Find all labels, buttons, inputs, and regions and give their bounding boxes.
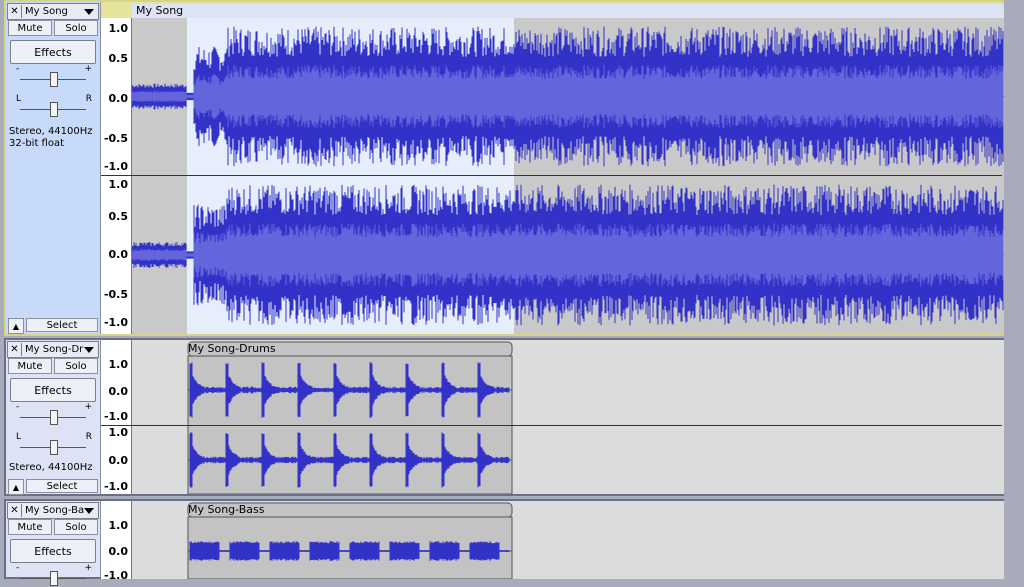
amplitude-ruler: 1.0 0.0 -1.0 1.0 0.0 -1.0 xyxy=(101,340,132,494)
mute-button[interactable]: Mute xyxy=(8,358,52,374)
pan-slider[interactable]: L R xyxy=(14,94,92,118)
waveform-area[interactable] xyxy=(132,340,1004,494)
gain-max-label: + xyxy=(84,402,92,412)
mute-button[interactable]: Mute xyxy=(8,20,52,36)
clip-title[interactable]: My Song-Drums xyxy=(188,342,276,355)
chevron-down-icon[interactable] xyxy=(84,507,94,514)
channel-divider xyxy=(101,175,1002,176)
ruler-tick: -0.5 xyxy=(103,132,128,145)
track-my-song[interactable]: ✕ My Song Mute Solo Effects - + L R Ster… xyxy=(4,0,1004,336)
track-name-menu[interactable]: My Song-Dru xyxy=(22,344,84,355)
amplitude-ruler: 1.0 0.0 -1.0 xyxy=(101,501,132,582)
track-format: Stereo, 44100Hz xyxy=(9,126,93,137)
waveform-drums[interactable] xyxy=(132,340,1004,494)
solo-button[interactable]: Solo xyxy=(54,20,98,36)
collapse-track-icon[interactable]: ▲ xyxy=(8,479,24,495)
ruler-tick: 0.5 xyxy=(108,210,129,223)
ruler-tick: 1.0 xyxy=(108,358,129,371)
gain-slider[interactable]: - + xyxy=(14,64,92,88)
track-info: Stereo, 44100Hz 32-bit float xyxy=(9,126,93,150)
close-track-icon[interactable]: ✕ xyxy=(8,343,22,356)
track-bit-depth: 32-bit float xyxy=(9,138,65,149)
ruler-tick: 1.0 xyxy=(108,178,129,191)
close-track-icon[interactable]: ✕ xyxy=(8,5,22,18)
track-drums[interactable]: ✕ My Song-Dru Mute Solo Effects - + L R … xyxy=(4,338,1004,496)
waveform-area[interactable] xyxy=(132,18,1004,334)
pan-slider-thumb[interactable] xyxy=(50,440,58,455)
pan-right-label: R xyxy=(85,94,92,104)
ruler-tick: -1.0 xyxy=(103,410,128,423)
gain-slider[interactable]: - + xyxy=(14,402,92,426)
gain-min-label: - xyxy=(16,402,20,412)
track-name-menu[interactable]: My Song-Ba xyxy=(22,505,84,516)
ruler-tick: 0.5 xyxy=(108,52,129,65)
gain-slider-thumb[interactable] xyxy=(50,571,58,586)
solo-button[interactable]: Solo xyxy=(54,358,98,374)
track-bass[interactable]: ✕ My Song-Ba Mute Solo Effects - + 1.0 0… xyxy=(4,499,1004,586)
track-control-panel: ✕ My Song Mute Solo Effects - + L R Ster… xyxy=(6,2,101,334)
gain-min-label: - xyxy=(16,563,20,573)
track-info: Stereo, 44100Hz xyxy=(9,462,93,474)
pan-left-label: L xyxy=(16,94,22,104)
ruler-tick: -1.0 xyxy=(103,160,128,173)
gain-min-label: - xyxy=(16,64,20,74)
track-control-panel: ✕ My Song-Dru Mute Solo Effects - + L R … xyxy=(6,340,101,495)
select-button[interactable]: Select xyxy=(26,479,98,493)
collapse-track-icon[interactable]: ▲ xyxy=(8,318,24,334)
ruler-tick: 0.0 xyxy=(108,454,129,467)
clip-title[interactable]: My Song xyxy=(132,4,1004,18)
track-name-menu[interactable]: My Song xyxy=(22,6,84,17)
amplitude-ruler: 1.0 0.5 0.0 -0.5 -1.0 1.0 0.5 0.0 -0.5 -… xyxy=(101,18,132,334)
ruler-tick: -0.5 xyxy=(103,288,128,301)
gain-slider[interactable]: - + xyxy=(14,563,92,587)
gain-max-label: + xyxy=(84,563,92,573)
pan-slider-thumb[interactable] xyxy=(50,102,58,117)
track-title-bar[interactable]: ✕ My Song-Ba xyxy=(7,502,99,519)
close-track-icon[interactable]: ✕ xyxy=(8,504,22,517)
gain-slider-thumb[interactable] xyxy=(50,72,58,87)
track-format: Stereo, 44100Hz xyxy=(9,462,93,473)
track-title-bar[interactable]: ✕ My Song-Dru xyxy=(7,341,99,358)
gain-max-label: + xyxy=(84,64,92,74)
channel-divider xyxy=(101,425,1002,426)
mute-button[interactable]: Mute xyxy=(8,519,52,535)
clip-title[interactable]: My Song-Bass xyxy=(188,503,265,516)
ruler-tick: -1.0 xyxy=(103,316,128,329)
select-button[interactable]: Select xyxy=(26,318,98,332)
effects-button[interactable]: Effects xyxy=(10,378,96,402)
ruler-tick: 0.0 xyxy=(108,385,129,398)
track-title-bar[interactable]: ✕ My Song xyxy=(7,3,99,20)
chevron-down-icon[interactable] xyxy=(84,8,94,15)
ruler-tick: 1.0 xyxy=(108,426,129,439)
ruler-tick: 0.0 xyxy=(108,92,129,105)
solo-button[interactable]: Solo xyxy=(54,519,98,535)
pan-slider[interactable]: L R xyxy=(14,432,92,456)
effects-button[interactable]: Effects xyxy=(10,40,96,64)
waveform-my-song[interactable] xyxy=(132,18,1004,334)
chevron-down-icon[interactable] xyxy=(84,346,94,353)
ruler-tick: 0.0 xyxy=(108,545,129,558)
gain-slider-thumb[interactable] xyxy=(50,410,58,425)
effects-button[interactable]: Effects xyxy=(10,539,96,563)
ruler-tick: 0.0 xyxy=(108,248,129,261)
ruler-tick: 1.0 xyxy=(108,519,129,532)
track-control-panel: ✕ My Song-Ba Mute Solo Effects - + xyxy=(6,501,101,586)
pan-right-label: R xyxy=(85,432,92,442)
ruler-tick: 1.0 xyxy=(108,22,129,35)
ruler-tick: -1.0 xyxy=(103,480,128,493)
pan-left-label: L xyxy=(16,432,22,442)
